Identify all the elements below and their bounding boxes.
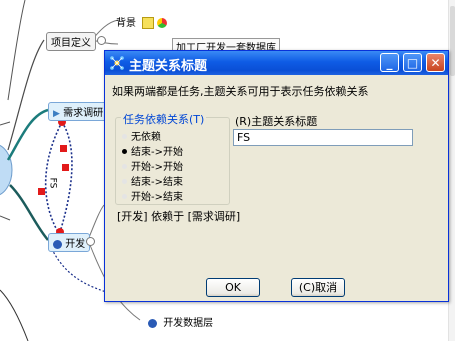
radio-no-dependency[interactable]: 无依赖 (122, 128, 161, 143)
radio-dot (122, 178, 127, 184)
radio-dot (122, 133, 127, 139)
minimize-button[interactable]: _ (380, 53, 399, 72)
node-background[interactable]: 背景 (116, 14, 168, 29)
close-button[interactable]: ✕ (426, 53, 445, 72)
cancel-button[interactable]: (C)取消 (291, 278, 345, 297)
scrollbar-thumb[interactable] (450, 6, 455, 76)
node-requirements[interactable]: ▶ 需求调研 (48, 102, 109, 121)
task-progress-icon (148, 318, 157, 328)
node-develop[interactable]: 开发 (48, 233, 91, 252)
radio-dot (122, 163, 127, 169)
note-icon (142, 17, 155, 29)
collapse-toggle-develop[interactable] (86, 237, 95, 246)
node-develop-data-layer[interactable]: 开发数据层 (148, 314, 213, 329)
app-icon (110, 56, 124, 70)
radio-dot (122, 148, 127, 154)
radio-finish-to-finish[interactable]: 结束->结束 (122, 173, 183, 188)
maximize-icon: □ (406, 56, 419, 70)
maximize-button[interactable]: □ (403, 53, 422, 72)
radio-start-to-start[interactable]: 开始->开始 (122, 158, 183, 173)
dependency-description: [开发] 依赖于 [需求调研] (117, 210, 241, 223)
browser-link-icon (157, 18, 168, 28)
vertical-scrollbar[interactable] (448, 0, 455, 341)
radio-dot (122, 193, 127, 199)
close-icon: ✕ (430, 56, 441, 70)
dependency-groupbox: 任务依赖关系(T) 无依赖 结束->开始 开始->开始 结束->结束 开始->结… (115, 111, 230, 205)
dependency-group-label: 任务依赖关系(T) (121, 111, 207, 127)
dialog-title: 主题关系标题 (129, 59, 208, 74)
ok-button[interactable]: OK (206, 278, 260, 297)
play-icon: ▶ (53, 109, 60, 119)
collapse-toggle-project-definition[interactable] (97, 36, 106, 45)
task-progress-icon (53, 239, 62, 249)
relationship-title-input[interactable] (233, 129, 413, 146)
relationship-title-dialog: 主题关系标题 _ □ ✕ 如果两端都是任务,主题关系可用于表示任务依赖关系 任务… (104, 50, 449, 302)
node-project-definition[interactable]: 项目定义 (46, 32, 96, 51)
dialog-description: 如果两端都是任务,主题关系可用于表示任务依赖关系 (112, 85, 369, 98)
radio-start-to-finish[interactable]: 开始->结束 (122, 188, 183, 203)
title-field-label: (R)主题关系标题 (235, 115, 318, 128)
relationship-label[interactable]: FS (47, 178, 57, 189)
dialog-titlebar[interactable]: 主题关系标题 _ □ ✕ (105, 51, 448, 75)
minimize-icon: _ (386, 56, 393, 70)
radio-finish-to-start[interactable]: 结束->开始 (122, 143, 183, 158)
